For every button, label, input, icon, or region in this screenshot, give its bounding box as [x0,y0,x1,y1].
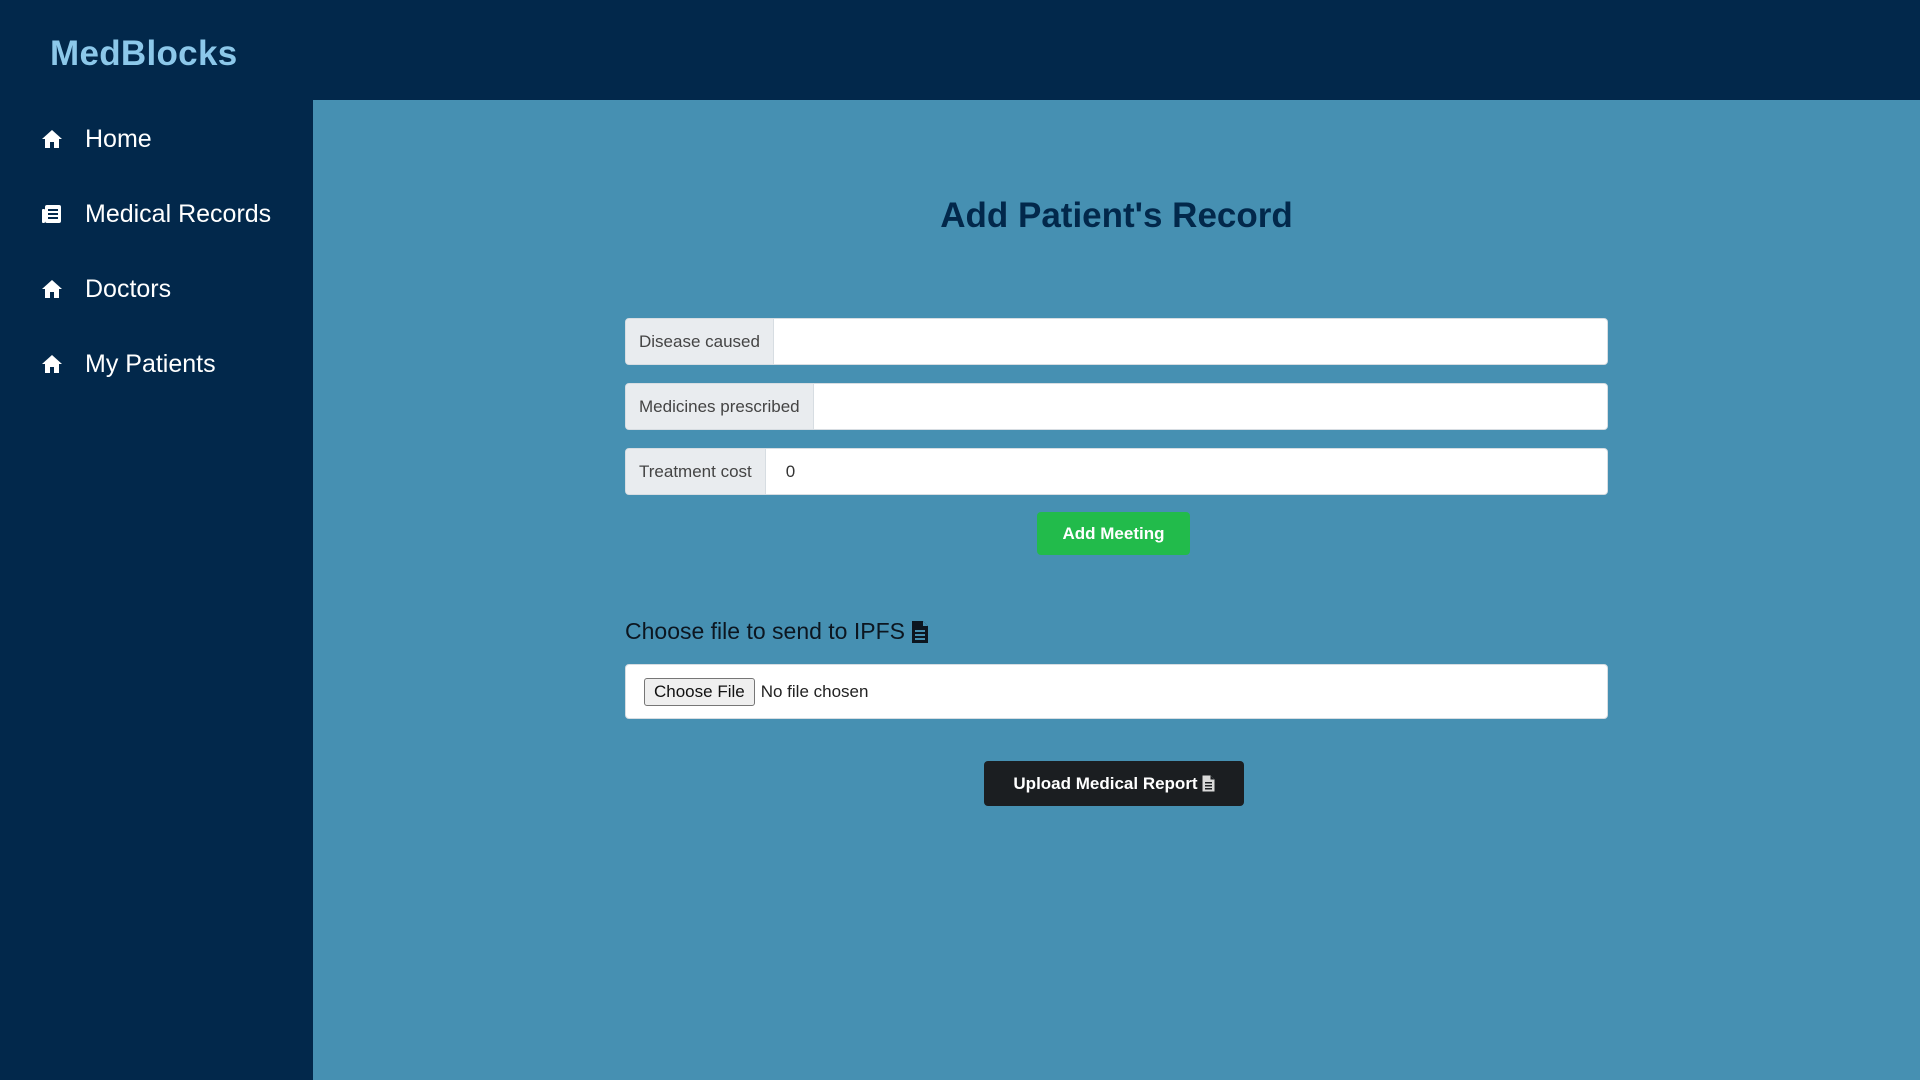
upload-button-label: Upload Medical Report [1013,773,1198,793]
disease-input-group: Disease caused [625,318,1608,365]
upload-medical-report-button[interactable]: Upload Medical Report [984,761,1244,806]
cost-label: Treatment cost [626,449,766,494]
app-root: MedBlocks Home Medical Records Doctors M… [0,0,1920,1080]
sidebar-item-label: My Patients [85,349,216,378]
page-title: Add Patient's Record [940,196,1293,235]
sidebar-item-my-patients[interactable]: My Patients [40,342,300,386]
sidebar: Home Medical Records Doctors My Patients [0,100,313,1080]
cost-input-group: Treatment cost [625,448,1608,495]
medicines-input-group: Medicines prescribed [625,383,1608,430]
main-panel: Add Patient's Record Disease caused Medi… [313,100,1920,1080]
ipfs-label-row: Choose file to send to IPFS [625,618,929,645]
file-text-icon [911,620,929,644]
sidebar-item-medical-records[interactable]: Medical Records [40,192,300,236]
sidebar-item-doctors[interactable]: Doctors [40,267,300,311]
cost-input[interactable] [765,449,1607,494]
brand-logo[interactable]: MedBlocks [50,34,237,74]
home-icon [40,352,64,376]
disease-label: Disease caused [626,319,774,364]
medicines-input[interactable] [813,384,1607,429]
file-input: Choose File No file chosen [625,664,1608,719]
sidebar-item-label: Doctors [85,274,172,303]
sidebar-item-label: Medical Records [85,199,272,228]
choose-file-button[interactable]: Choose File [644,677,755,706]
disease-input[interactable] [773,319,1607,364]
records-icon [40,202,64,226]
add-meeting-button[interactable]: Add Meeting [1037,512,1190,555]
file-status-text: No file chosen [760,681,869,701]
sidebar-item-label: Home [85,124,152,153]
home-icon [40,127,64,151]
medicines-label: Medicines prescribed [626,384,814,429]
home-icon [40,277,64,301]
file-text-icon [1202,775,1215,792]
sidebar-item-home[interactable]: Home [40,117,300,161]
ipfs-label: Choose file to send to IPFS [625,618,905,644]
